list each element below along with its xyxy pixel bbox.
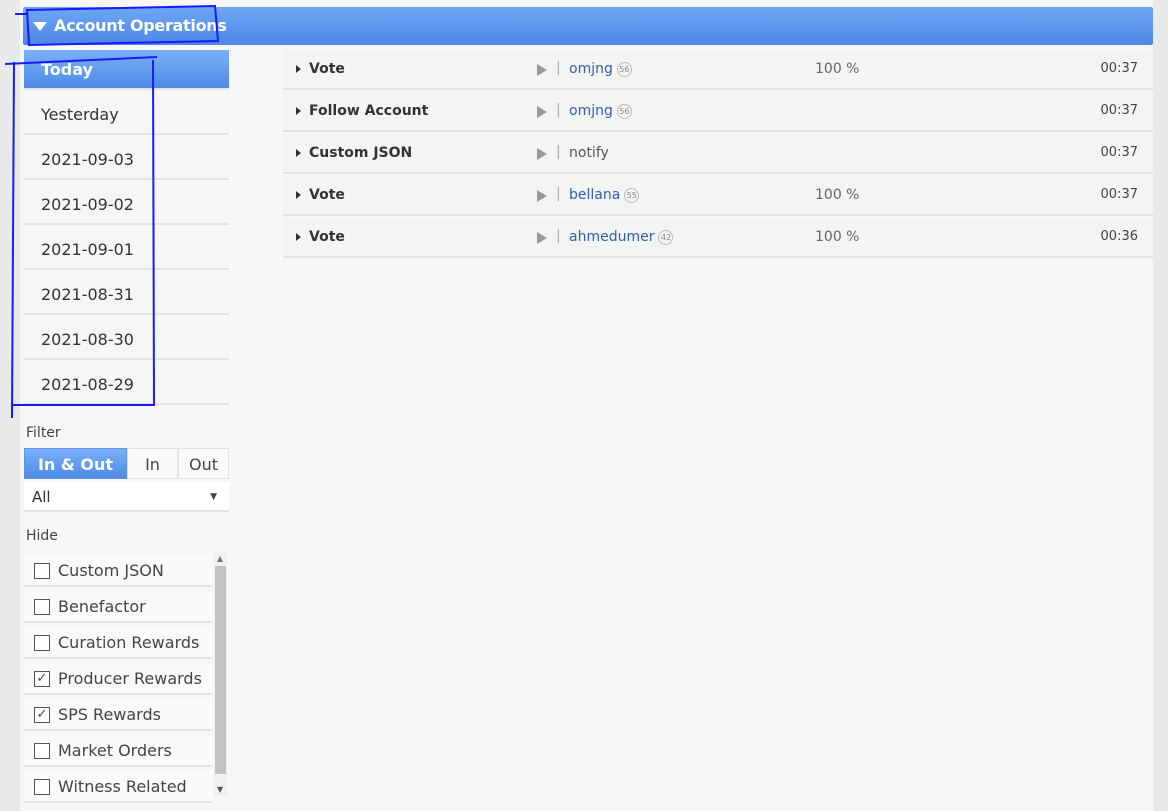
- day-item-today[interactable]: Today: [24, 50, 229, 90]
- account-operations-header[interactable]: Account Operations: [23, 7, 1153, 45]
- select-value: All: [32, 488, 51, 506]
- operation-type: Custom JSON: [309, 145, 413, 161]
- checkbox[interactable]: [34, 563, 50, 579]
- operation-target: notify: [569, 145, 609, 161]
- hide-item-witness-related[interactable]: Witness Related: [24, 771, 212, 803]
- operation-time: 00:37: [1100, 61, 1138, 76]
- hide-item-producer-rewards[interactable]: ✓ Producer Rewards: [24, 663, 212, 695]
- checkbox[interactable]: [34, 599, 50, 615]
- operation-type: Follow Account: [309, 103, 429, 119]
- day-item-yesterday[interactable]: Yesterday: [24, 95, 229, 135]
- scroll-up-arrow-icon[interactable]: ▲: [217, 554, 223, 563]
- hide-item-market-orders[interactable]: Market Orders: [24, 735, 212, 767]
- separator: |: [556, 144, 561, 160]
- dropdown-arrow-icon: ▼: [210, 492, 217, 502]
- section-title: Account Operations: [54, 16, 227, 35]
- operation-target-link[interactable]: bellana 55: [569, 187, 640, 203]
- operation-row[interactable]: Vote | omjng 56 100 % 00:37: [283, 50, 1153, 90]
- hide-item-sps-rewards[interactable]: ✓ SPS Rewards: [24, 699, 212, 731]
- reputation-badge: 55: [624, 187, 640, 203]
- vote-percent: 100 %: [815, 61, 860, 77]
- day-item[interactable]: 2021-08-29: [24, 365, 229, 405]
- operation-time: 00:37: [1100, 145, 1138, 160]
- hide-item-label: Market Orders: [58, 741, 172, 760]
- reputation-badge: 56: [616, 61, 632, 77]
- operation-type: Vote: [309, 229, 345, 245]
- hide-item-label: Producer Rewards: [58, 669, 202, 688]
- filter-label: Filter: [26, 425, 61, 441]
- filter-out-button[interactable]: Out: [178, 448, 229, 479]
- vote-percent: 100 %: [815, 229, 860, 245]
- play-icon: [537, 232, 547, 244]
- play-icon: [537, 148, 547, 160]
- play-icon: [537, 190, 547, 202]
- checkbox-checked[interactable]: ✓: [34, 707, 50, 723]
- hide-label: Hide: [26, 528, 58, 544]
- hide-item-curation-rewards[interactable]: Curation Rewards: [24, 627, 212, 659]
- play-icon: [537, 64, 547, 76]
- operation-time: 00:36: [1100, 229, 1138, 244]
- operation-time: 00:37: [1100, 103, 1138, 118]
- day-item[interactable]: 2021-09-03: [24, 140, 229, 180]
- hide-item-label: Curation Rewards: [58, 633, 200, 652]
- separator: |: [556, 228, 561, 244]
- operation-time: 00:37: [1100, 187, 1138, 202]
- hide-item-custom-json[interactable]: Custom JSON: [24, 555, 212, 587]
- vote-percent: 100 %: [815, 187, 860, 203]
- day-item[interactable]: 2021-09-02: [24, 185, 229, 225]
- day-item[interactable]: 2021-09-01: [24, 230, 229, 270]
- collapse-triangle-icon: [33, 22, 47, 31]
- scrollbar-thumb[interactable]: [215, 566, 226, 774]
- annotation-stroke: [11, 61, 15, 419]
- expand-triangle-icon[interactable]: [296, 107, 301, 115]
- reputation-badge: 56: [616, 103, 632, 119]
- separator: |: [556, 186, 561, 202]
- expand-triangle-icon[interactable]: [296, 65, 301, 73]
- hide-item-label: Custom JSON: [58, 561, 164, 580]
- operation-target-link[interactable]: omjng 56: [569, 103, 632, 119]
- hide-item-benefactor-rewards[interactable]: Benefactor Rewards: [24, 591, 212, 648]
- filter-in-out-button[interactable]: In & Out: [24, 448, 127, 479]
- play-icon: [537, 106, 547, 118]
- day-item[interactable]: 2021-08-31: [24, 275, 229, 315]
- operation-target-link[interactable]: omjng 56: [569, 61, 632, 77]
- reputation-badge: 42: [658, 229, 674, 245]
- operation-row[interactable]: Vote | ahmedumer 42 100 % 00:36: [283, 218, 1153, 258]
- checkbox[interactable]: [34, 779, 50, 795]
- scroll-down-arrow-icon[interactable]: ▼: [217, 785, 223, 794]
- expand-triangle-icon[interactable]: [296, 191, 301, 199]
- operation-row[interactable]: Custom JSON | notify 00:37: [283, 134, 1153, 174]
- separator: |: [556, 60, 561, 76]
- operation-type: Vote: [309, 61, 345, 77]
- hide-item-label: Witness Related: [58, 777, 187, 796]
- operation-row[interactable]: Follow Account | omjng 56 00:37: [283, 92, 1153, 132]
- hide-list-scrollbar[interactable]: ▲ ▼: [214, 552, 227, 796]
- operation-target-link[interactable]: ahmedumer 42: [569, 229, 674, 245]
- checkbox[interactable]: [34, 743, 50, 759]
- day-item[interactable]: 2021-08-30: [24, 320, 229, 360]
- operation-type: Vote: [309, 187, 345, 203]
- checkbox-checked[interactable]: ✓: [34, 671, 50, 687]
- operation-type-select[interactable]: All ▼: [24, 482, 229, 512]
- expand-triangle-icon[interactable]: [296, 233, 301, 241]
- filter-in-button[interactable]: In: [127, 448, 178, 479]
- expand-triangle-icon[interactable]: [296, 149, 301, 157]
- hide-item-label: SPS Rewards: [58, 705, 161, 724]
- separator: |: [556, 102, 561, 118]
- checkbox[interactable]: [34, 635, 50, 651]
- operation-row[interactable]: Vote | bellana 55 100 % 00:37: [283, 176, 1153, 216]
